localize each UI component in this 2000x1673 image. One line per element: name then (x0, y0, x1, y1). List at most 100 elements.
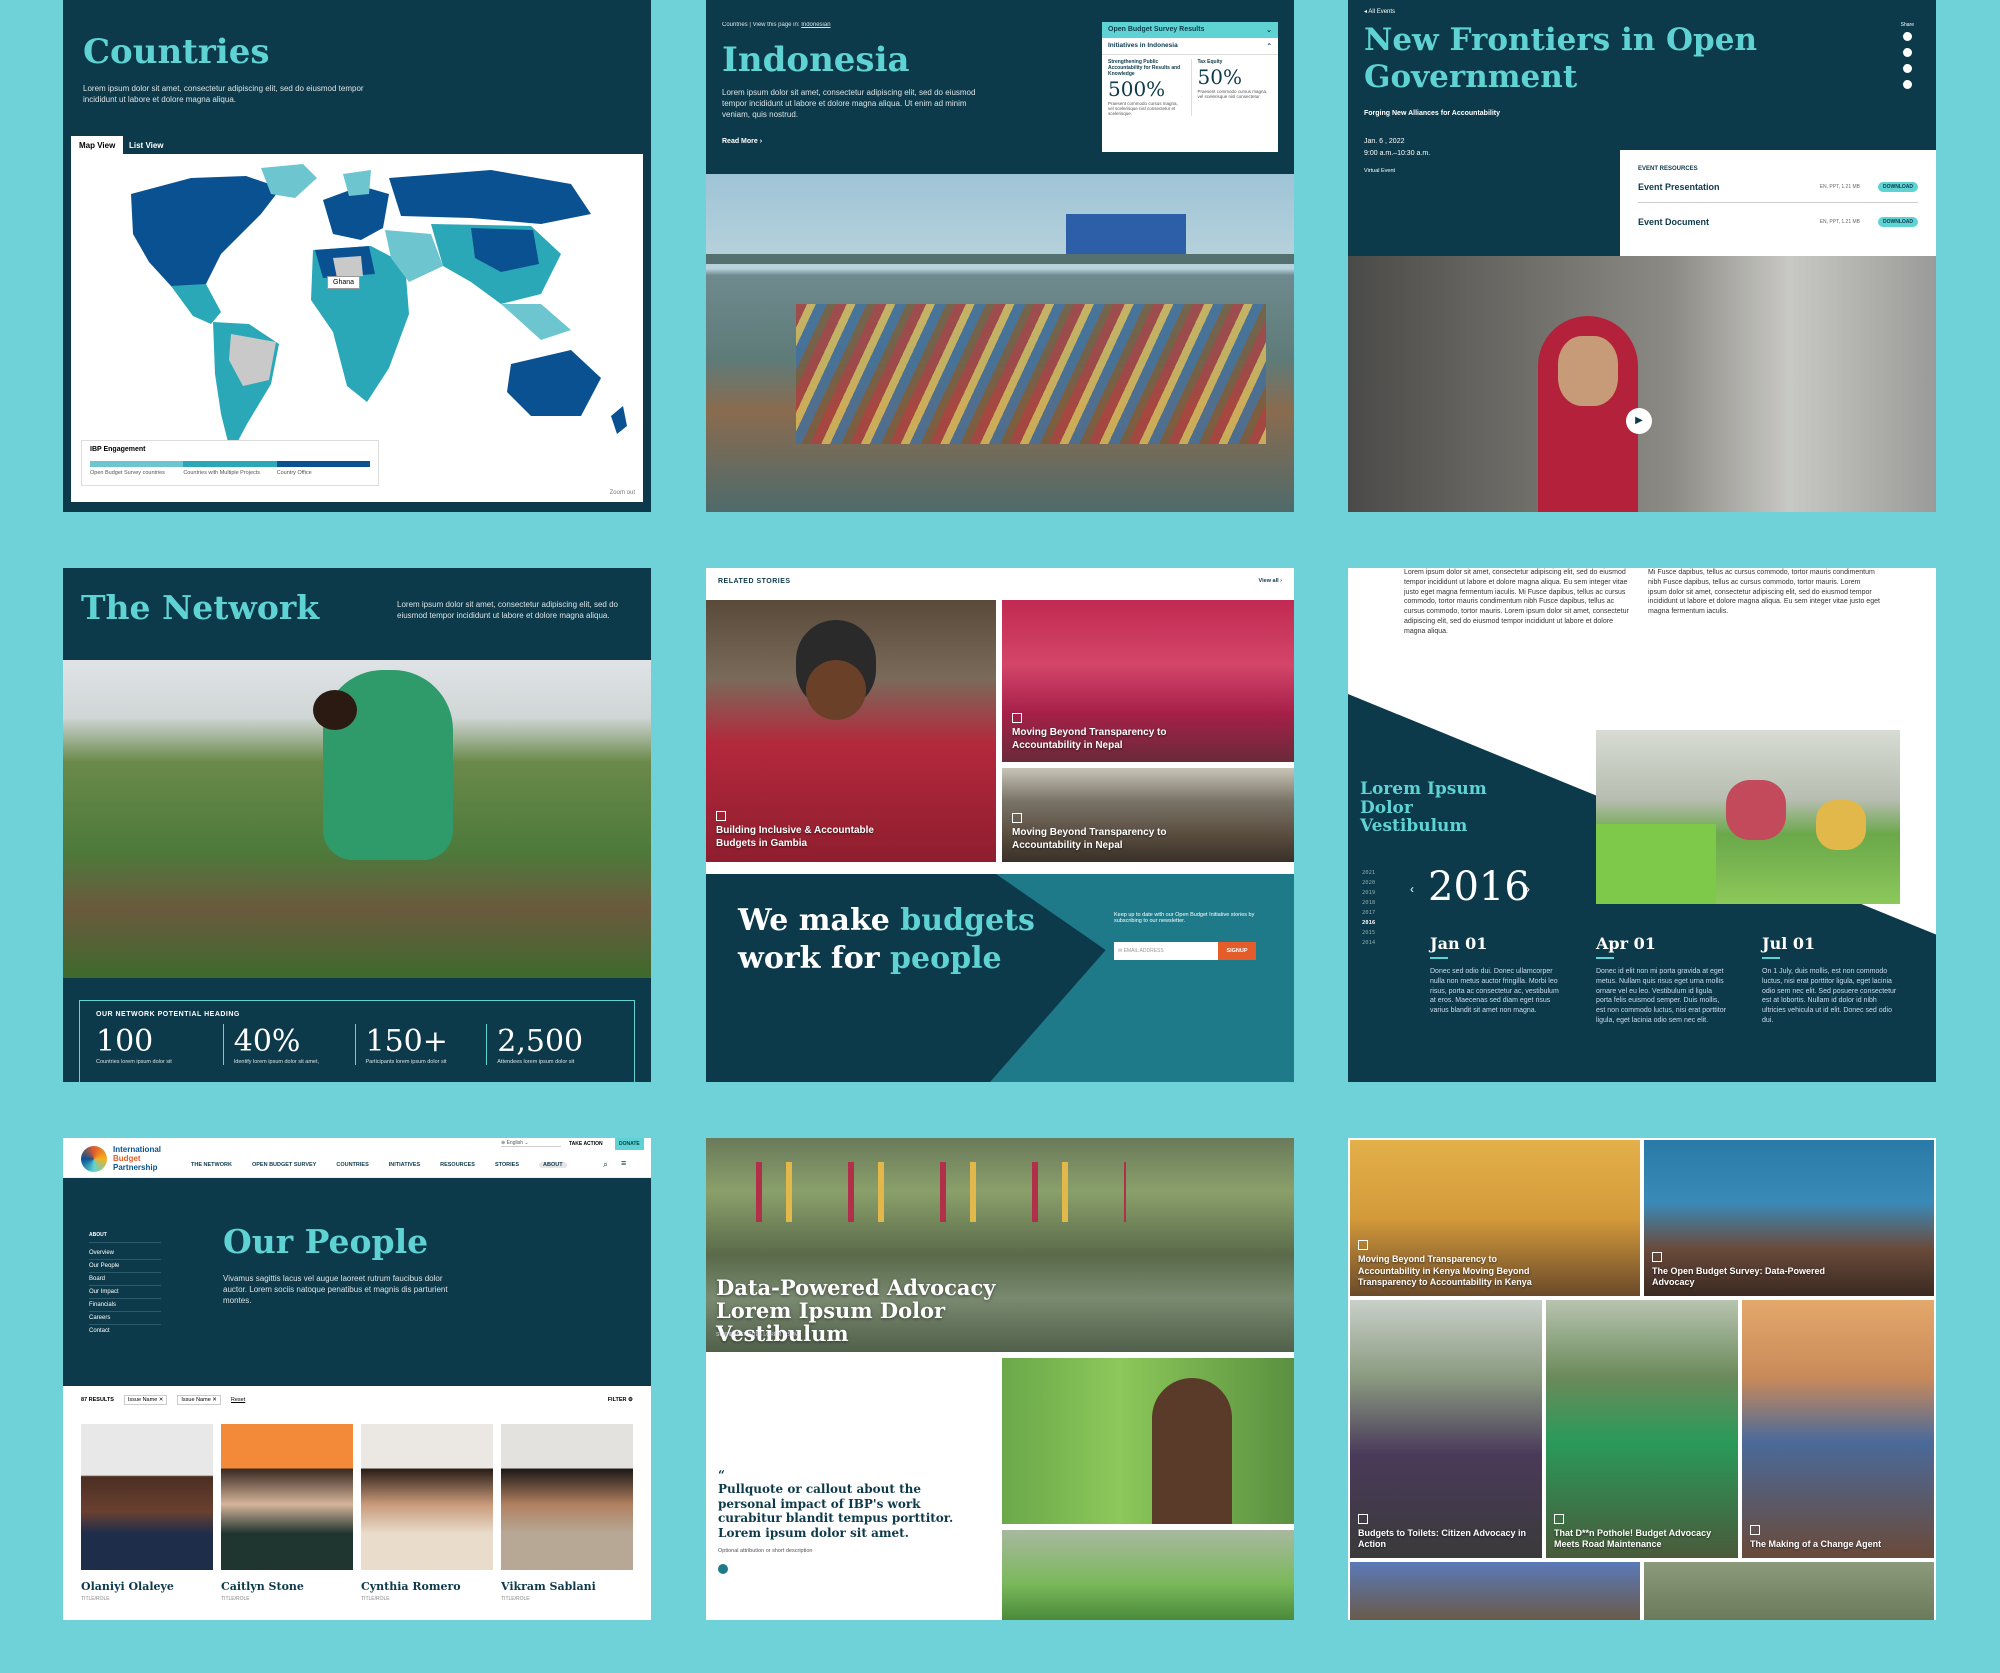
language-select[interactable]: ⊕ English ⌄ (501, 1140, 561, 1147)
event-time: 9:00 a.m.–10:30 a.m. (1364, 150, 1431, 157)
entry-rule (1596, 957, 1614, 959)
email-icon[interactable] (1903, 80, 1912, 89)
filter-chip[interactable]: Issue Name ✕ (123, 1395, 168, 1405)
side-nav-item[interactable]: Overview (89, 1247, 161, 1260)
story-card[interactable]: That D**n Pothole! Budget Advocacy Meets… (1546, 1300, 1738, 1558)
person-card[interactable]: Vikram Sablani TITLE/ROLE (501, 1424, 633, 1602)
stat2-value: 50% (1197, 65, 1242, 89)
resource-row: Event Document EN, PPT, 1.21 MB DOWNLOAD (1638, 217, 1918, 227)
signup-button[interactable]: SIGNUP (1218, 942, 1256, 960)
page-intro: Lorem ipsum dolor sit amet, consectetur … (722, 88, 976, 119)
story-card[interactable] (1350, 1562, 1640, 1620)
nav-resources[interactable]: RESOURCES (440, 1162, 475, 1168)
donate-button[interactable]: DONATE (615, 1138, 644, 1150)
entry-text: Donec id elit non mi porta gravida at eg… (1596, 968, 1726, 1024)
nav-countries[interactable]: COUNTRIES (336, 1162, 368, 1168)
chevron-down-icon: ⌄ (1266, 27, 1272, 34)
story-card[interactable]: The Making of a Change Agent (1742, 1300, 1934, 1558)
ibp-logo-text[interactable]: International Budget Partnership (113, 1145, 161, 1172)
play-icon[interactable]: ▶ (1626, 408, 1652, 434)
timeline-heading: Lorem Ipsum Dolor Vestibulum (1360, 779, 1487, 837)
stat-value: 100 (96, 1024, 154, 1059)
view-all-link[interactable]: View all › (1259, 578, 1282, 584)
story-card[interactable]: Moving Beyond Transparency to Accountabi… (1002, 600, 1294, 762)
ibp-logo-icon[interactable] (81, 1146, 107, 1172)
pullquote: “Pullquote or callout about the personal… (718, 1468, 954, 1540)
story-card[interactable]: Moving Beyond Transparency to Accountabi… (1350, 1140, 1640, 1296)
tab-list-view[interactable]: List View (121, 136, 172, 155)
read-more-link[interactable]: Read More › (722, 138, 762, 145)
resource-row: Event Presentation EN, PPT, 1.21 MB DOWN… (1638, 182, 1918, 203)
stat-label: Participants lorem ipsum dolor sit (365, 1059, 447, 1065)
entry-rule (1430, 957, 1448, 959)
reset-link[interactable]: Reset (231, 1397, 245, 1403)
map-container: Ghana IBP Engagement Open Budget Survey … (71, 154, 643, 502)
stat-item: 2,500 Attendees lorem ipsum dolor sit (486, 1024, 618, 1065)
stat-label: Identify lorem ipsum dolor sit amet, (233, 1059, 320, 1065)
stories-panel: Moving Beyond Transparency to Accountabi… (1348, 1138, 1936, 1620)
person-card[interactable]: Cynthia Romero TITLE/ROLE (361, 1424, 493, 1602)
year-item[interactable]: 2016 (1362, 920, 1375, 926)
nav-open-budget-survey[interactable]: OPEN BUDGET SURVEY (252, 1162, 316, 1168)
year-item[interactable]: 2018 (1362, 900, 1375, 906)
filter-button[interactable]: FILTER ⚙ (608, 1397, 633, 1403)
story-card[interactable] (1644, 1562, 1934, 1620)
side-nav-item[interactable]: Our Impact (89, 1286, 161, 1299)
side-nav-item[interactable]: Contact (89, 1325, 161, 1337)
view-in-label: View this page in: (752, 22, 800, 28)
stat-label: Attendees lorem ipsum dolor sit (497, 1059, 575, 1065)
obs-header[interactable]: Open Budget Survey Results ⌄ (1102, 22, 1278, 38)
map-russia (389, 170, 591, 224)
year-item[interactable]: 2015 (1362, 930, 1375, 936)
side-nav-item[interactable]: Financials (89, 1299, 161, 1312)
linkedin-icon[interactable] (1903, 64, 1912, 73)
related-panel: RELATED STORIES View all › Building Incl… (706, 568, 1294, 1082)
back-to-events-link[interactable]: ◂ All Events (1364, 8, 1395, 15)
year-item[interactable]: 2019 (1362, 890, 1375, 896)
story-card[interactable]: Building Inclusive & Accountable Budgets… (706, 600, 996, 862)
nav-stories[interactable]: STORIES (495, 1162, 519, 1168)
zoom-out-button[interactable]: Zoom out (610, 490, 635, 496)
year-item[interactable]: 2017 (1362, 910, 1375, 916)
filter-chip[interactable]: Issue Name ✕ (177, 1395, 221, 1405)
search-icon[interactable]: ⌕ (603, 1159, 608, 1170)
story-title: That D**n Pothole! Budget Advocacy Meets… (1554, 1514, 1724, 1551)
email-input[interactable]: ✉ EMAIL ADDRESS (1114, 942, 1218, 960)
person-card[interactable]: Caitlyn Stone TITLE/ROLE (221, 1424, 353, 1602)
twitter-icon[interactable] (718, 1564, 728, 1574)
person-name: Olaniyi Olaleye (81, 1580, 174, 1593)
person-card[interactable]: Olaniyi Olaleye TITLE/ROLE (81, 1424, 213, 1602)
facebook-icon[interactable] (1903, 48, 1912, 57)
stat1-desc: Praesent commodo cursus magna, vel scele… (1108, 101, 1178, 116)
story-title: Moving Beyond Transparency to Accountabi… (1012, 813, 1182, 852)
year-item[interactable]: 2014 (1362, 940, 1375, 946)
side-nav-item-active[interactable]: Our People (89, 1260, 161, 1273)
menu-icon[interactable]: ≡ (621, 1158, 626, 1168)
story-card[interactable]: Moving Beyond Transparency to Accountabi… (1002, 768, 1294, 862)
tab-map-view[interactable]: Map View (71, 136, 124, 155)
initiatives-toggle[interactable]: Initiatives in Indonesia ⌃ (1102, 38, 1278, 55)
prev-year-button[interactable]: ‹ (1410, 882, 1414, 896)
person-role: TITLE/ROLE (221, 1596, 250, 1602)
download-button[interactable]: DOWNLOAD (1878, 182, 1918, 192)
year-item[interactable]: 2021 (1362, 870, 1375, 876)
side-nav-item[interactable]: Careers (89, 1312, 161, 1325)
year-item[interactable]: 2020 (1362, 880, 1375, 886)
side-nav-item[interactable]: Board (89, 1273, 161, 1286)
entry-date: Jul 01 (1762, 934, 1816, 953)
breadcrumb-countries[interactable]: Countries (722, 22, 748, 28)
next-year-button[interactable]: › (1526, 882, 1530, 896)
story-card[interactable]: The Open Budget Survey: Data-Powered Adv… (1644, 1140, 1934, 1296)
person-role: TITLE/ROLE (361, 1596, 390, 1602)
countries-panel: Countries Lorem ipsum dolor sit amet, co… (63, 0, 651, 512)
resource-meta: EN, PPT, 1.21 MB (1819, 184, 1860, 190)
download-button[interactable]: DOWNLOAD (1878, 217, 1918, 227)
view-in-lang-link[interactable]: Indonesian (801, 22, 830, 28)
nav-about[interactable]: ABOUT (539, 1162, 567, 1168)
nav-the-network[interactable]: THE NETWORK (191, 1162, 232, 1168)
story-card[interactable]: Budgets to Toilets: Citizen Advocacy in … (1350, 1300, 1542, 1558)
twitter-icon[interactable] (1903, 32, 1912, 41)
take-action-button[interactable]: TAKE ACTION (565, 1138, 607, 1150)
legend-label-obs: Open Budget Survey countries (90, 470, 165, 476)
nav-initiatives[interactable]: INITIATIVES (389, 1162, 420, 1168)
